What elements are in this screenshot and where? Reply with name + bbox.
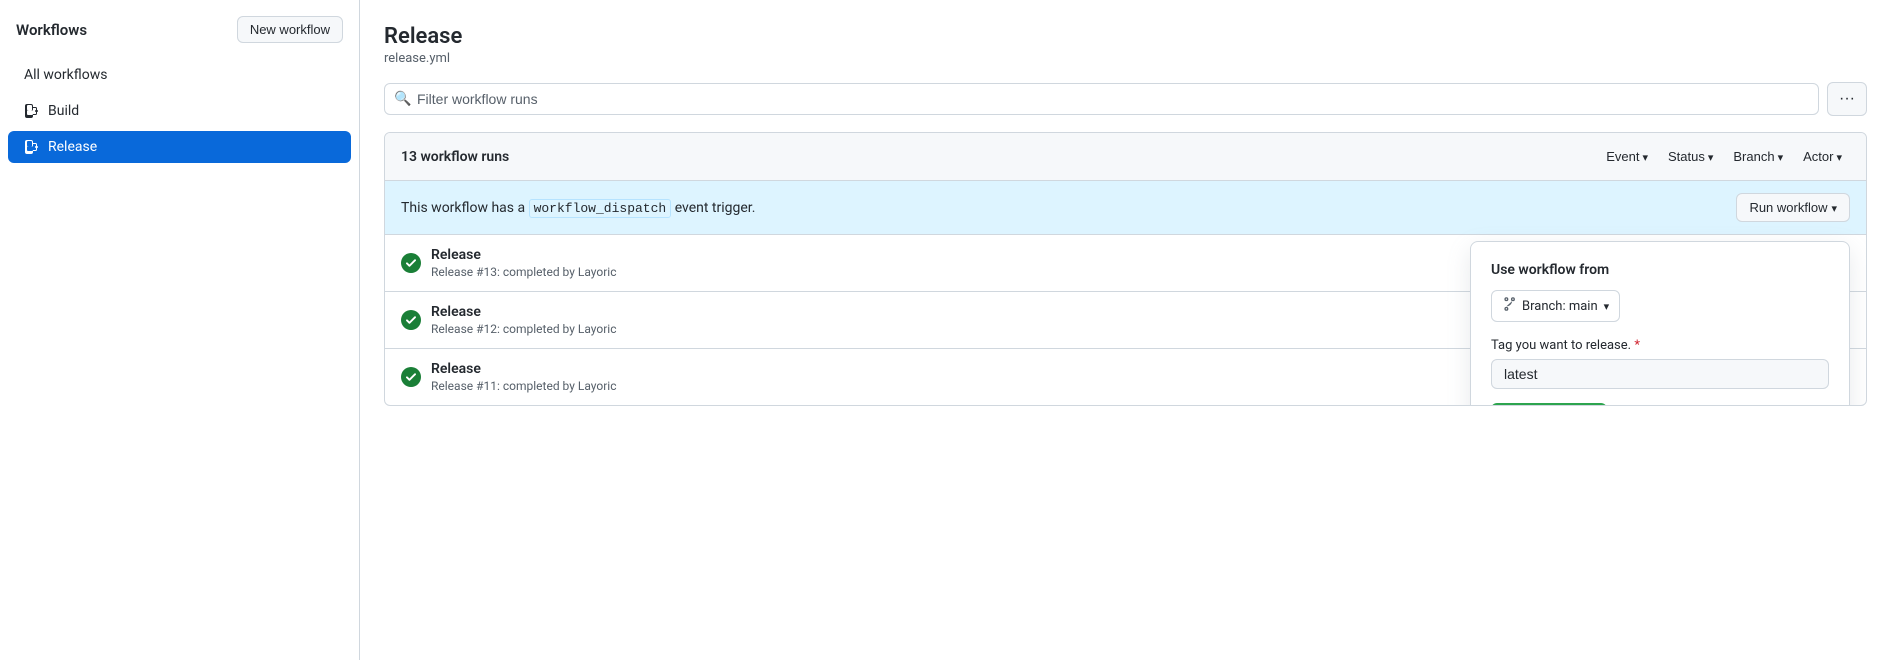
sidebar-header: Workflows New workflow: [0, 16, 359, 55]
dispatch-text: This workflow has a workflow_dispatch ev…: [401, 200, 755, 216]
runs-section: 13 workflow runs Event Status Branch Act…: [384, 132, 1867, 406]
sidebar-item-label: Release: [48, 139, 97, 155]
branch-icon: [1502, 297, 1516, 315]
filter-status-label: Status: [1668, 149, 1705, 164]
more-options-button[interactable]: ···: [1827, 82, 1867, 116]
chevron-down-icon: [1604, 299, 1610, 314]
sidebar-title: Workflows: [16, 21, 87, 39]
runs-header: 13 workflow runs Event Status Branch Act…: [385, 133, 1866, 181]
page-subtitle: release.yml: [384, 51, 1867, 66]
main-content: Release release.yml 🔍 ··· 13 workflow ru…: [360, 0, 1891, 660]
run-workflow-dropdown: Use workflow from Branch: main Tag you: [1470, 241, 1850, 406]
search-bar: 🔍 ···: [384, 82, 1867, 116]
page-title: Release: [384, 24, 1867, 49]
dropdown-title: Use workflow from: [1491, 262, 1829, 278]
search-input[interactable]: [384, 83, 1819, 115]
sidebar-item-build[interactable]: Build: [8, 95, 351, 127]
dispatch-code: workflow_dispatch: [529, 199, 672, 218]
filter-branch-button[interactable]: Branch: [1725, 145, 1791, 168]
filter-actor-label: Actor: [1803, 149, 1833, 164]
workflow-icon: [24, 103, 40, 119]
branch-selector[interactable]: Branch: main: [1491, 290, 1620, 322]
chevron-down-icon: [1836, 149, 1842, 164]
branch-label: Branch: main: [1522, 299, 1598, 314]
workflow-icon: [24, 139, 40, 155]
filter-event-button[interactable]: Event: [1598, 145, 1656, 168]
sidebar: Workflows New workflow All workflows Bui…: [0, 0, 360, 660]
runs-count: 13 workflow runs: [401, 149, 509, 165]
runs-filters: Event Status Branch Actor: [1598, 145, 1850, 168]
run-workflow-button[interactable]: Run workflow: [1736, 193, 1850, 222]
status-icon: [401, 253, 421, 273]
status-icon: [401, 367, 421, 387]
status-icon: [401, 310, 421, 330]
filter-status-button[interactable]: Status: [1660, 145, 1721, 168]
sidebar-item-all-workflows[interactable]: All workflows: [8, 59, 351, 91]
filter-branch-label: Branch: [1733, 149, 1774, 164]
chevron-down-icon: [1642, 149, 1648, 164]
sidebar-item-release[interactable]: Release: [8, 131, 351, 163]
tag-input[interactable]: [1491, 359, 1829, 389]
sidebar-item-label: All workflows: [24, 67, 107, 83]
run-workflow-container: Run workflow Use workflow from Branch:: [1736, 193, 1850, 222]
search-input-wrap: 🔍: [384, 83, 1819, 115]
sidebar-item-label: Build: [48, 103, 79, 119]
chevron-down-icon: [1831, 200, 1837, 215]
chevron-down-icon: [1778, 149, 1784, 164]
run-workflow-submit-button[interactable]: Run workflow: [1491, 403, 1607, 406]
filter-event-label: Event: [1606, 149, 1639, 164]
more-icon: ···: [1839, 90, 1855, 108]
filter-actor-button[interactable]: Actor: [1795, 145, 1850, 168]
new-workflow-button[interactable]: New workflow: [237, 16, 343, 43]
chevron-down-icon: [1708, 149, 1714, 164]
search-icon: 🔍: [394, 91, 411, 107]
tag-label: Tag you want to release. *: [1491, 338, 1829, 353]
required-indicator: *: [1634, 338, 1640, 353]
dispatch-banner: This workflow has a workflow_dispatch ev…: [385, 181, 1866, 235]
